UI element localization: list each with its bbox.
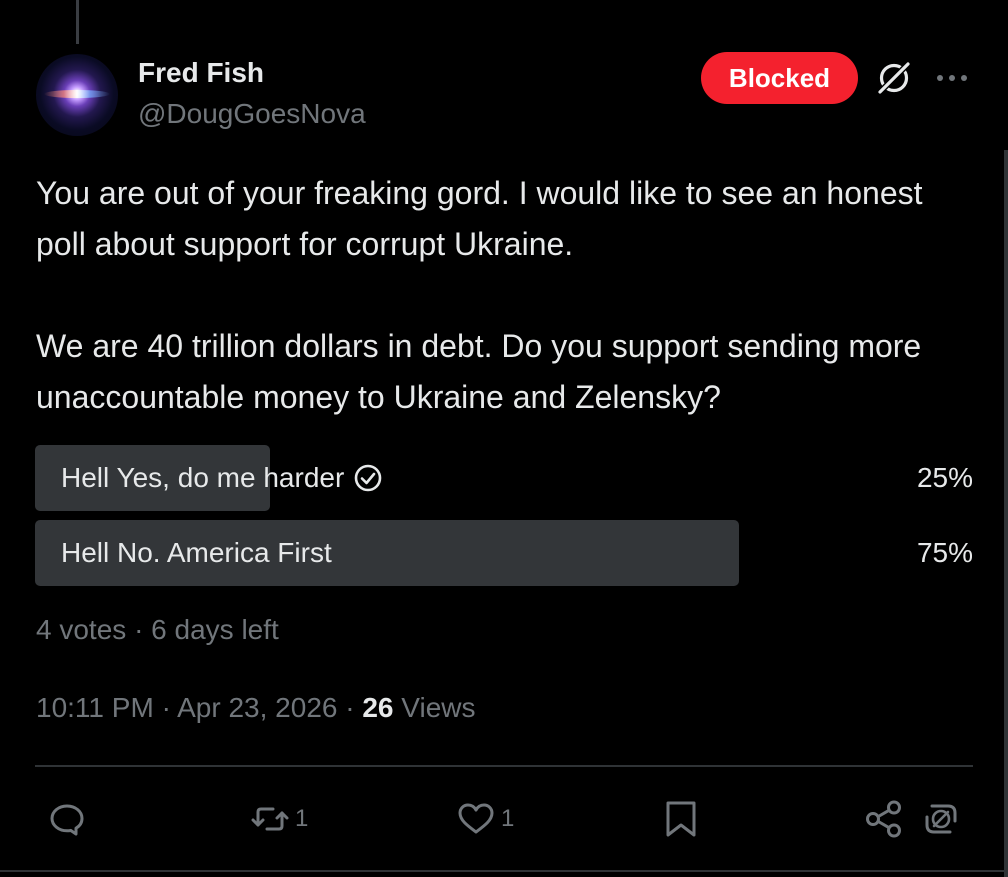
divider: [0, 870, 1008, 872]
share-icon: [866, 800, 901, 838]
repost-count: 1: [295, 805, 309, 832]
bookmark-button[interactable]: [660, 798, 702, 840]
bookmark-icon: [666, 801, 696, 837]
poll: Hell Yes, do me harder 25% Hell No. Amer…: [35, 445, 973, 595]
separator-dot: ·: [161, 692, 171, 723]
like-button[interactable]: 1: [455, 798, 514, 840]
user-handle[interactable]: @DougGoesNova: [138, 98, 366, 130]
share-button[interactable]: [863, 798, 905, 840]
poll-option-label: Hell No. America First: [61, 520, 332, 586]
views-label[interactable]: Views: [401, 692, 475, 723]
post-date[interactable]: Apr 23, 2026: [177, 692, 337, 723]
views-count[interactable]: 26: [362, 692, 393, 723]
divider: [35, 765, 973, 767]
like-count: 1: [501, 805, 515, 832]
thread-connector-line: [76, 0, 79, 44]
avatar[interactable]: [36, 54, 118, 136]
repost-button[interactable]: 1: [249, 798, 308, 840]
separator-dot: ·: [134, 614, 144, 645]
post-paragraph: You are out of your freaking gord. I wou…: [36, 175, 923, 262]
scrollbar[interactable]: [1004, 150, 1008, 877]
blocked-button[interactable]: Blocked: [701, 52, 858, 104]
poll-option-percent: 25%: [916, 462, 973, 493]
like-icon: [458, 803, 494, 834]
post-text: You are out of your freaking gord. I wou…: [36, 168, 956, 423]
post-paragraph: We are 40 trillion dollars in debt. Do y…: [36, 328, 922, 415]
reply-button[interactable]: [46, 798, 88, 840]
poll-summary: 4 votes · 6 days left: [36, 614, 279, 646]
poll-time-left: 6 days left: [151, 614, 279, 645]
more-icon[interactable]: [934, 66, 970, 90]
poll-option-text: Hell Yes, do me harder: [61, 462, 345, 493]
post-time[interactable]: 10:11 PM: [36, 692, 154, 723]
poll-option-text: Hell No. America First: [61, 537, 332, 568]
grok-analyze-button[interactable]: [920, 798, 962, 840]
grok-analyze-icon: [925, 804, 957, 834]
poll-option-percent: 75%: [916, 537, 973, 568]
reply-icon: [50, 804, 84, 836]
poll-option[interactable]: Hell Yes, do me harder 25%: [35, 445, 973, 511]
separator-dot: ·: [345, 692, 355, 723]
poll-option-label: Hell Yes, do me harder: [61, 445, 383, 511]
post-metadata: 10:11 PM · Apr 23, 2026 · 26 Views: [36, 692, 475, 724]
check-circle-icon: [354, 464, 382, 492]
poll-votes: 4 votes: [36, 614, 127, 645]
poll-option[interactable]: Hell No. America First 75%: [35, 520, 973, 586]
display-name[interactable]: Fred Fish: [138, 57, 264, 89]
grok-icon[interactable]: [874, 58, 914, 98]
repost-icon: [251, 807, 289, 831]
